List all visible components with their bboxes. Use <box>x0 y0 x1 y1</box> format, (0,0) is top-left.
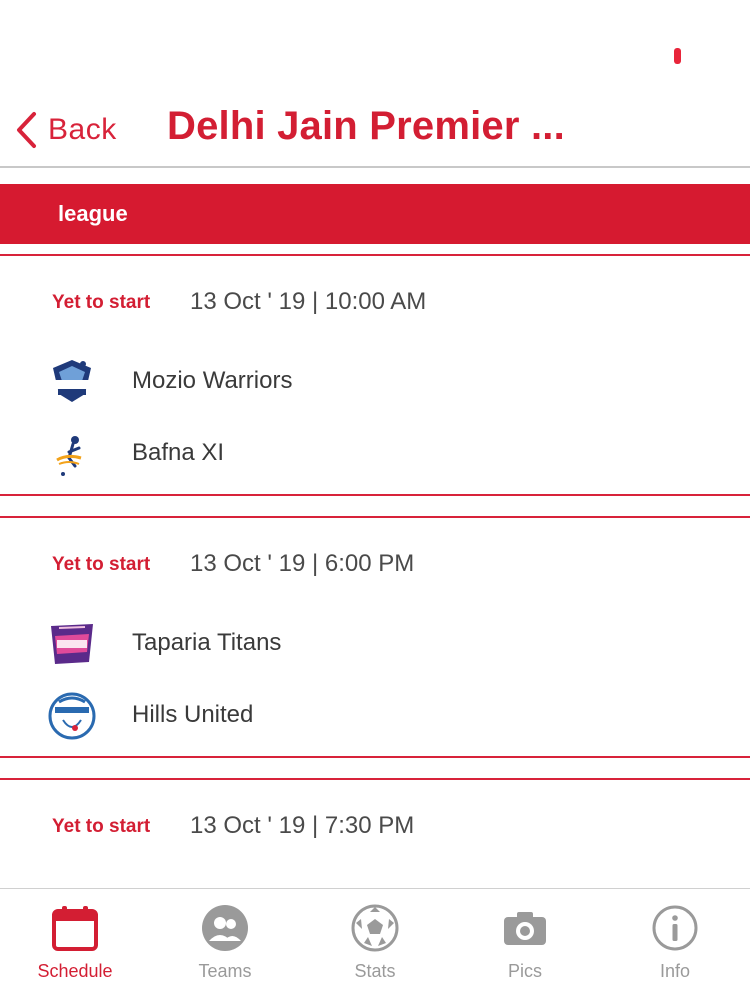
match-card[interactable]: Yet to start 13 Oct ' 19 | 10:00 AM Mozi… <box>0 254 750 496</box>
soccer-ball-icon <box>351 904 399 952</box>
team-row[interactable]: Bafna XI <box>44 426 704 480</box>
nav-label: Teams <box>198 961 252 981</box>
team-row[interactable]: Hills United <box>44 688 704 742</box>
nav-label: Pics <box>507 961 542 981</box>
group-banner: league <box>0 184 750 244</box>
match-status: Yet to start <box>52 554 151 575</box>
match-status: Yet to start <box>52 292 151 313</box>
nav-label: Schedule <box>37 961 113 981</box>
back-label: Back <box>48 113 117 146</box>
nav-pics[interactable]: Pics <box>450 889 600 1000</box>
match-card[interactable]: Yet to start 13 Oct ' 19 | 6:00 PM Tapar… <box>0 516 750 758</box>
team-name: Taparia Titans <box>132 629 282 656</box>
match-status: Yet to start <box>52 816 151 837</box>
bottom-nav: Schedule Teams Stats Pics Info <box>0 888 750 1000</box>
team-name: Mozio Warriors <box>132 367 293 394</box>
recording-indicator <box>674 48 681 64</box>
bafna-xi-logo <box>44 426 100 480</box>
calendar-icon <box>52 906 98 951</box>
nav-info[interactable]: Info <box>600 889 750 1000</box>
app-header: Back Delhi Jain Premier ... <box>0 90 750 168</box>
team-row[interactable]: Mozio Warriors <box>44 354 704 408</box>
match-datetime: 13 Oct ' 19 | 10:00 AM <box>190 288 427 315</box>
hills-united-logo <box>44 688 100 742</box>
status-bar <box>0 0 750 90</box>
nav-label: Info <box>659 961 691 981</box>
page-title: Delhi Jain Premier ... <box>167 104 565 148</box>
chevron-left-icon <box>17 112 36 148</box>
team-row[interactable]: Taparia Titans <box>44 616 704 670</box>
camera-icon <box>504 912 546 945</box>
mozio-warriors-logo <box>44 354 100 408</box>
match-datetime: 13 Oct ' 19 | 7:30 PM <box>190 812 415 839</box>
team-name: Bafna XI <box>132 439 225 466</box>
back-button[interactable]: Back <box>14 108 117 152</box>
nav-stats[interactable]: Stats <box>300 889 450 1000</box>
nav-label: Stats <box>354 961 396 981</box>
teams-icon <box>202 905 248 951</box>
group-label: league <box>58 201 128 226</box>
team-name: Hills United <box>132 701 254 728</box>
info-icon <box>652 905 698 951</box>
taparia-titans-logo <box>44 616 100 670</box>
match-datetime: 13 Oct ' 19 | 6:00 PM <box>190 550 415 577</box>
nav-teams[interactable]: Teams <box>150 889 300 1000</box>
nav-schedule[interactable]: Schedule <box>0 889 150 1000</box>
